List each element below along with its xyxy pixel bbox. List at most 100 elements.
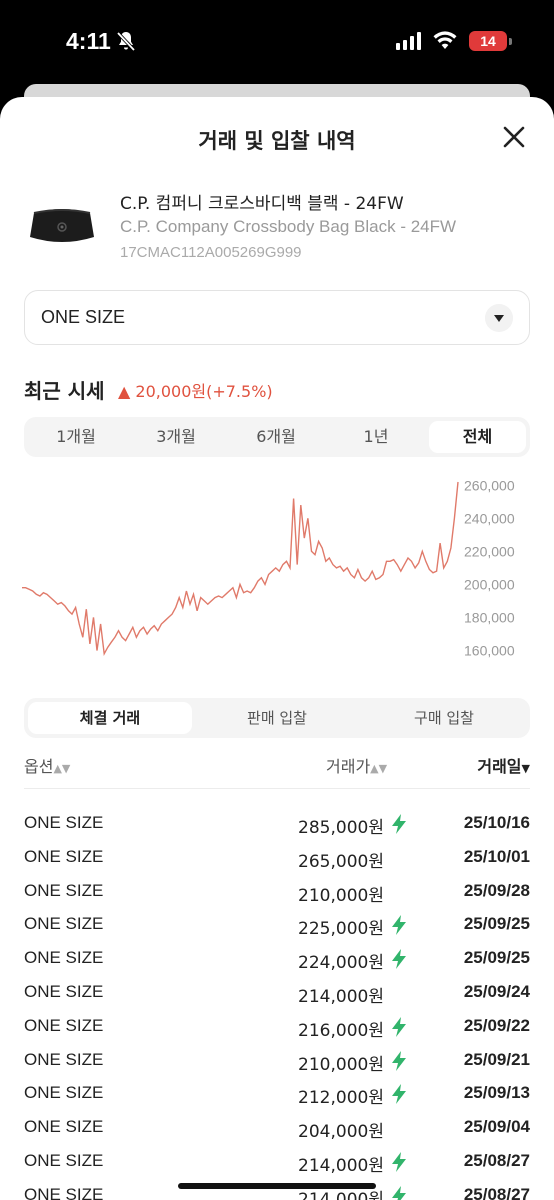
product-code: 17CMAC112A005269G999 bbox=[120, 244, 302, 261]
cell-date: 25/09/28 bbox=[463, 880, 530, 900]
recent-price-title: 최근 시세 bbox=[24, 379, 105, 403]
cell-price: 204,000원 bbox=[298, 1122, 384, 1143]
signal-icon bbox=[396, 32, 421, 50]
cell-option: ONE SIZE bbox=[24, 948, 104, 968]
home-indicator bbox=[178, 1183, 376, 1189]
tab-period-6m[interactable]: 6개월 bbox=[228, 421, 324, 453]
cell-date: 25/09/22 bbox=[463, 1015, 530, 1035]
table-row: ONE SIZE 224,000원 25/09/25 bbox=[24, 944, 530, 978]
table-row: ONE SIZE 210,000원 25/09/21 bbox=[24, 1046, 530, 1080]
cell-date: 25/10/01 bbox=[463, 846, 530, 866]
cell-price: 214,000원 bbox=[298, 986, 384, 1007]
product-name-ko: C.P. 컴퍼니 크로스바디백 블랙 - 24FW bbox=[120, 194, 404, 214]
sort-icon: ▲▼ bbox=[370, 762, 388, 775]
y-tick-label: 180,000 bbox=[464, 609, 515, 625]
cell-price: 224,000원 bbox=[298, 953, 384, 974]
cell-date: 25/09/13 bbox=[463, 1083, 530, 1103]
price-line bbox=[22, 481, 459, 657]
tab-period-3m[interactable]: 3개월 bbox=[128, 421, 224, 453]
lightning-icon bbox=[392, 1084, 406, 1105]
header-option[interactable]: 옵션▲▼ bbox=[24, 753, 70, 777]
cell-option: ONE SIZE bbox=[24, 1083, 104, 1103]
cell-option: ONE SIZE bbox=[24, 981, 104, 1001]
y-tick-label: 200,000 bbox=[464, 576, 515, 592]
cell-option: ONE SIZE bbox=[24, 1184, 104, 1200]
product-summary: C.P. 컴퍼니 크로스바디백 블랙 - 24FW C.P. Company C… bbox=[24, 183, 534, 263]
y-tick-label: 240,000 bbox=[464, 510, 515, 526]
tab-completed-trades[interactable]: 체결 거래 bbox=[28, 702, 192, 734]
cell-option: ONE SIZE bbox=[24, 880, 104, 900]
cell-price: 265,000원 bbox=[298, 851, 384, 872]
wifi-icon bbox=[433, 31, 457, 49]
chevron-down-icon bbox=[485, 304, 513, 332]
lightning-icon bbox=[392, 1016, 406, 1037]
cell-price: 210,000원 bbox=[298, 1054, 384, 1075]
sort-desc-icon: ▼ bbox=[521, 762, 530, 775]
cell-price: 210,000원 bbox=[298, 885, 384, 906]
battery-icon: 14 bbox=[469, 31, 512, 51]
tab-period-1y[interactable]: 1년 bbox=[328, 421, 424, 453]
cell-date: 25/09/21 bbox=[463, 1049, 530, 1069]
cell-option: ONE SIZE bbox=[24, 1150, 104, 1170]
size-select[interactable]: ONE SIZE bbox=[24, 290, 530, 345]
header-date[interactable]: 거래일▼ bbox=[477, 753, 530, 777]
size-select-value: ONE SIZE bbox=[41, 307, 126, 327]
lightning-icon bbox=[392, 1050, 406, 1071]
table-row: ONE SIZE 210,000원 25/09/28 bbox=[24, 877, 530, 911]
lightning-icon bbox=[392, 949, 406, 970]
table-row: ONE SIZE 204,000원 25/09/04 bbox=[24, 1113, 530, 1147]
period-tabs: 1개월 3개월 6개월 1년 전체 bbox=[24, 417, 530, 457]
table-row: ONE SIZE 214,000원 25/08/27 bbox=[24, 1147, 530, 1181]
cell-price: 216,000원 bbox=[298, 1020, 384, 1041]
header-date-label: 거래일 bbox=[477, 757, 522, 776]
price-chart: 260,000 240,000 220,000 200,000 180,000 160,0… bbox=[22, 477, 515, 659]
status-bar: 4:11 14 bbox=[0, 0, 554, 84]
table-row: ONE SIZE 212,000원 25/09/13 bbox=[24, 1079, 530, 1113]
trade-tabs: 체결 거래 판매 입찰 구매 입찰 bbox=[24, 698, 530, 738]
sheet-title: 거래 및 입찰 내역 bbox=[198, 129, 356, 153]
header-price-label: 거래가 bbox=[326, 757, 371, 776]
status-time: 4:11 bbox=[66, 28, 111, 54]
table-row: ONE SIZE 265,000원 25/10/01 bbox=[24, 843, 530, 877]
cell-price: 285,000원 bbox=[298, 818, 384, 838]
cell-date: 25/09/25 bbox=[463, 914, 530, 934]
lightning-icon bbox=[392, 1151, 406, 1172]
lightning-icon bbox=[392, 1185, 406, 1200]
cell-date: 25/09/24 bbox=[463, 981, 530, 1001]
table-row: ONE SIZE 216,000원 25/09/22 bbox=[24, 1012, 530, 1046]
table-row: ONE SIZE 214,000원 25/09/24 bbox=[24, 978, 530, 1012]
cell-price: 214,000원 bbox=[298, 1155, 384, 1176]
cell-date: 25/09/25 bbox=[463, 948, 530, 968]
header-option-label: 옵션 bbox=[24, 757, 54, 776]
table-row: ONE SIZE 285,000원 25/10/16 bbox=[24, 809, 530, 843]
trade-table: ONE SIZE 285,000원 25/10/16 ONE SIZE 265,000원… bbox=[24, 809, 530, 1200]
lightning-icon bbox=[392, 814, 406, 834]
close-icon[interactable] bbox=[500, 123, 528, 151]
cell-option: ONE SIZE bbox=[24, 1117, 104, 1137]
cell-option: ONE SIZE bbox=[24, 914, 104, 934]
tab-sell-bids[interactable]: 판매 입찰 bbox=[195, 702, 359, 734]
y-tick-label: 260,000 bbox=[464, 477, 515, 493]
tab-period-all[interactable]: 전체 bbox=[429, 421, 526, 453]
product-image bbox=[30, 209, 94, 242]
cell-price: 225,000원 bbox=[298, 919, 384, 940]
cell-option: ONE SIZE bbox=[24, 813, 104, 832]
cell-option: ONE SIZE bbox=[24, 1049, 104, 1069]
cell-date: 25/09/04 bbox=[463, 1117, 530, 1137]
cell-date: 25/10/16 bbox=[463, 813, 530, 832]
trade-history-sheet: 거래 및 입찰 내역 C.P. 컴퍼니 크로스바디백 블랙 - 24FW C.P… bbox=[0, 97, 554, 1200]
table-header: 옵션▲▼ 거래가▲▼ 거래일▼ bbox=[24, 751, 530, 789]
table-row: ONE SIZE 225,000원 25/09/25 bbox=[24, 910, 530, 944]
header-price[interactable]: 거래가▲▼ bbox=[326, 753, 387, 777]
tab-period-1m[interactable]: 1개월 bbox=[28, 421, 124, 453]
cell-option: ONE SIZE bbox=[24, 846, 104, 866]
cell-date: 25/08/27 bbox=[463, 1150, 530, 1170]
sort-icon: ▲▼ bbox=[53, 762, 71, 775]
tab-buy-bids[interactable]: 구매 입찰 bbox=[362, 702, 526, 734]
y-tick-label: 220,000 bbox=[464, 543, 515, 559]
cell-price: 212,000원 bbox=[298, 1088, 384, 1109]
cell-option: ONE SIZE bbox=[24, 1015, 104, 1035]
cell-date: 25/08/27 bbox=[463, 1184, 530, 1200]
recent-price-change: ▲ 20,000원(+7.5%) bbox=[118, 382, 273, 401]
lightning-icon bbox=[392, 915, 406, 936]
